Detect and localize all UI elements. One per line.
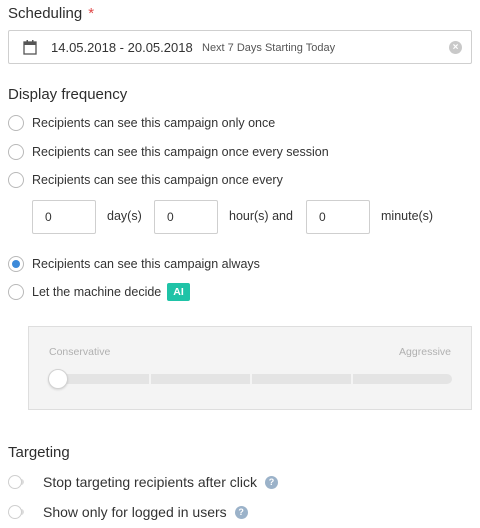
radio-button[interactable] — [8, 144, 24, 160]
radio-button[interactable] — [8, 172, 24, 188]
calendar-icon — [23, 39, 37, 60]
days-unit-label: day(s) — [107, 209, 142, 223]
radio-button[interactable] — [8, 284, 24, 300]
radio-option-once-every[interactable]: Recipients can see this campaign once ev… — [8, 171, 283, 189]
display-frequency-title: Display frequency — [8, 86, 128, 103]
radio-option-every-session[interactable]: Recipients can see this campaign once ev… — [8, 143, 329, 161]
slider-track[interactable] — [50, 374, 452, 384]
radio-label: Recipients can see this campaign once ev… — [32, 145, 329, 159]
radio-label: Recipients can see this campaign once ev… — [32, 173, 283, 187]
toggle-row-stop-after-click[interactable]: Stop targeting recipients after click ? — [8, 472, 278, 492]
radio-button[interactable] — [8, 115, 24, 131]
radio-label: Recipients can see this campaign only on… — [32, 116, 276, 130]
toggle-switch[interactable] — [8, 475, 26, 489]
clear-icon[interactable]: × — [449, 41, 462, 54]
slider-thumb[interactable] — [48, 369, 68, 389]
slider-segment — [252, 374, 351, 384]
ai-badge: AI — [167, 283, 190, 301]
slider-segment — [151, 374, 250, 384]
targeting-title: Targeting — [8, 444, 70, 461]
toggle-label: Stop targeting recipients after click — [43, 474, 257, 490]
hours-unit-label: hour(s) and — [229, 209, 293, 223]
scheduling-title: Scheduling * — [8, 5, 95, 22]
slider-min-label: Conservative — [49, 346, 111, 358]
radio-label: Let the machine decide — [32, 285, 162, 299]
radio-label: Recipients can see this campaign always — [32, 257, 260, 271]
date-range-hint: Next 7 Days Starting Today — [202, 42, 336, 54]
days-input[interactable] — [32, 200, 96, 234]
required-mark: * — [88, 5, 95, 22]
radio-option-machine-decide[interactable]: Let the machine decide AI — [8, 283, 190, 301]
slider-segment — [353, 374, 452, 384]
toggle-label: Show only for logged in users — [43, 504, 227, 520]
toggle-row-logged-in-users[interactable]: Show only for logged in users ? — [8, 502, 248, 522]
minutes-unit-label: minute(s) — [381, 209, 434, 223]
radio-option-once[interactable]: Recipients can see this campaign only on… — [8, 114, 275, 132]
slider-max-label: Aggressive — [399, 346, 451, 358]
radio-option-always[interactable]: Recipients can see this campaign always — [8, 255, 260, 273]
radio-button-checked[interactable] — [8, 256, 24, 272]
minutes-input[interactable] — [306, 200, 370, 234]
toggle-switch[interactable] — [8, 505, 26, 519]
date-range-value: 14.05.2018 - 20.05.2018 — [51, 40, 193, 55]
aggressiveness-slider-panel: Conservative Aggressive — [28, 326, 472, 410]
help-icon[interactable]: ? — [265, 475, 278, 489]
help-icon[interactable]: ? — [234, 505, 248, 519]
date-range-picker[interactable]: 14.05.2018 - 20.05.2018 Next 7 Days Star… — [8, 30, 472, 64]
hours-input[interactable] — [154, 200, 218, 234]
